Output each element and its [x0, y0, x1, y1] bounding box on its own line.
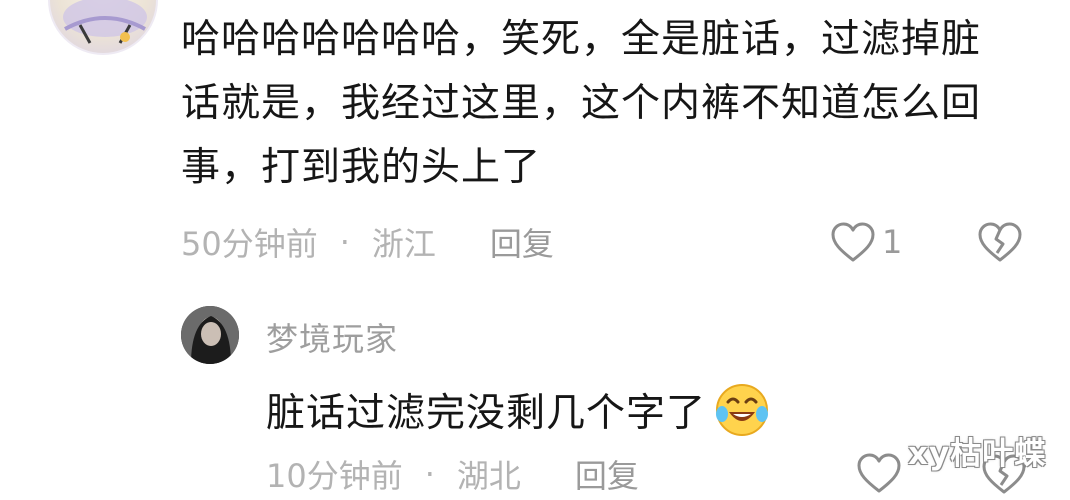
- reply-username[interactable]: 梦境玩家: [266, 314, 398, 360]
- comment-location: 浙江: [371, 225, 436, 263]
- broken-heart-icon: [978, 222, 1022, 262]
- replier-avatar[interactable]: [181, 306, 239, 364]
- watermark: xy枯叶蝶: [908, 436, 1047, 472]
- comment-time: 50分钟前: [181, 225, 318, 263]
- reply-to-reply-button[interactable]: 回复: [575, 451, 639, 497]
- reply-location: 湖北: [456, 457, 521, 495]
- reply-text-content: 脏话过滤完没剩几个字了: [266, 391, 707, 436]
- meta-separator: ·: [424, 455, 435, 493]
- reply-button[interactable]: 回复: [490, 219, 554, 265]
- comment-text: 哈哈哈哈哈哈哈，笑死，全是脏话，过滤掉脏话就是，我经过这里，这个内裤不知道怎么回…: [181, 17, 982, 190]
- heart-outline-icon: [831, 222, 875, 262]
- like-count: 1: [882, 223, 903, 261]
- reply-time: 10分钟前: [266, 457, 403, 495]
- like-button[interactable]: 1: [830, 218, 902, 266]
- meta-separator: ·: [339, 223, 350, 261]
- commenter-avatar-image: [63, 0, 147, 44]
- reply-like-button[interactable]: [856, 452, 904, 496]
- reply-meta: 10分钟前 · 湖北 回复: [266, 450, 639, 498]
- reply-text: 脏话过滤完没剩几个字了: [266, 378, 770, 442]
- dislike-button[interactable]: [976, 220, 1024, 264]
- crying-laughing-emoji-icon: [716, 384, 769, 436]
- commenter-avatar[interactable]: [48, 0, 158, 55]
- replier-avatar-image: [181, 306, 239, 364]
- comment-meta: 50分钟前 · 浙江 回复: [181, 218, 554, 266]
